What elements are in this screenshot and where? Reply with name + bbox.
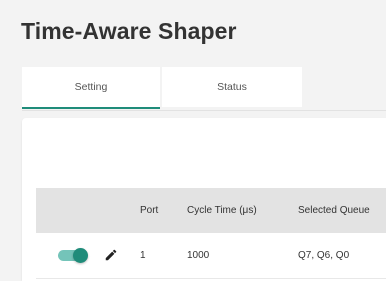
table-row: 1 1000 Q7, Q6, Q0 xyxy=(36,233,386,279)
column-header-selected-queue[interactable]: Selected Queue xyxy=(298,188,386,233)
enable-toggle[interactable] xyxy=(56,248,90,263)
cell-port: 1 xyxy=(140,250,146,261)
settings-card: Port Cycle Time (μs) Selected Queue 1 10… xyxy=(22,118,386,281)
tab-bar: Setting Status xyxy=(22,67,386,111)
tas-page: Time-Aware Shaper Setting Status Port Cy… xyxy=(0,0,386,281)
pencil-icon[interactable] xyxy=(104,248,118,262)
toggle-knob xyxy=(73,248,88,263)
tab-setting[interactable]: Setting xyxy=(22,67,160,109)
table-header: Port Cycle Time (μs) Selected Queue xyxy=(36,188,386,233)
page-title: Time-Aware Shaper xyxy=(21,18,237,44)
cell-cycle-time: 1000 xyxy=(187,250,210,261)
column-header-cycle-time[interactable]: Cycle Time (μs) xyxy=(187,188,257,233)
cell-selected-queue: Q7, Q6, Q0 xyxy=(298,250,350,261)
tab-status[interactable]: Status xyxy=(162,67,302,107)
column-header-port[interactable]: Port xyxy=(140,188,158,233)
